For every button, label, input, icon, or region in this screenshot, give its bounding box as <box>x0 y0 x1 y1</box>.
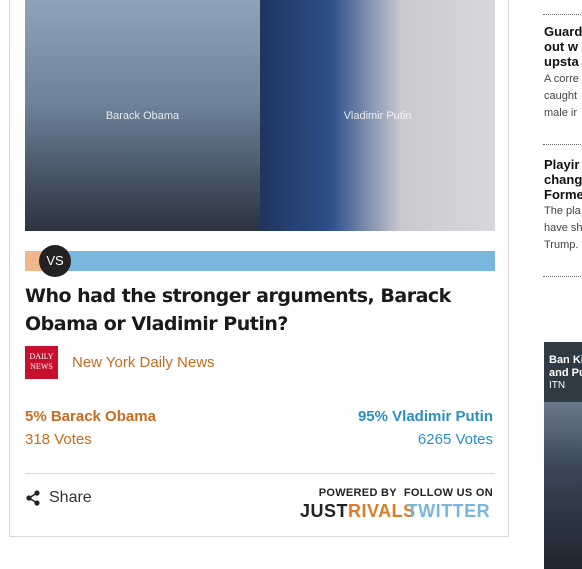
share-label: Share <box>49 489 92 506</box>
footer-divider <box>25 473 495 474</box>
result-bar: VS <box>25 245 495 277</box>
option-b-label[interactable]: 95% Vladimir Putin <box>358 408 493 425</box>
poll-hero-image: Barack Obama Vladimir Putin <box>25 0 495 231</box>
source-name[interactable]: New York Daily News <box>72 354 215 371</box>
daily-news-logo: DAILY NEWS <box>25 346 58 379</box>
story2-title-line-3[interactable]: Forme <box>544 187 582 202</box>
story2-title-line-1[interactable]: Playir <box>544 157 579 172</box>
story1-snippet-line-3: male ir <box>544 107 578 119</box>
option-b-votes: 6265 Votes <box>417 431 493 448</box>
video-title-line-2: and Pu <box>549 367 582 379</box>
source-link[interactable]: DAILY NEWS New York Daily News <box>25 346 215 379</box>
right-sidebar: Guard out w upsta A corre caught male ir… <box>543 0 582 569</box>
powered-by-link[interactable]: POWERED BY JUSTRIVALS <box>300 487 416 522</box>
share-button[interactable]: Share <box>25 489 92 507</box>
option-b-photo-label: Vladimir Putin <box>343 109 412 122</box>
powered-by-label: POWERED BY <box>318 487 397 499</box>
story2-snippet-line-1: The pla <box>544 205 581 217</box>
option-a-label[interactable]: 5% Barack Obama <box>25 408 156 425</box>
option-a-photo-label: Barack Obama <box>105 109 180 122</box>
poll-question: Who had the stronger arguments, Barack O… <box>25 285 451 335</box>
video-thumbnail[interactable]: Ban Ki and Pu ITN <box>544 342 582 569</box>
option-b[interactable]: 95% Vladimir Putin 6265 Votes <box>358 408 493 448</box>
brand-part-1: JUST <box>300 501 349 521</box>
video-title-line-1: Ban Ki <box>549 354 582 366</box>
justrivals-logo[interactable]: JUSTRIVALS <box>300 501 416 522</box>
sidebar-divider <box>543 276 582 277</box>
story1-snippet-line-1: A corre <box>544 73 579 85</box>
video-source: ITN <box>549 380 566 391</box>
follow-label: FOLLOW US ON <box>403 487 493 499</box>
share-icon <box>26 490 40 506</box>
follow-twitter-link[interactable]: FOLLOW US ON TWITTER <box>404 487 493 522</box>
result-bar-option-b <box>49 251 495 271</box>
video-frame <box>544 402 582 569</box>
story1-title-line-3[interactable]: upsta <box>544 54 579 69</box>
story2-snippet-line-2: have sh <box>544 222 582 234</box>
option-b-photo: Vladimir Putin <box>260 0 495 231</box>
poll-card: Barack Obama Vladimir Putin VS Who had t… <box>9 0 509 537</box>
story1-title-line-2[interactable]: out w <box>544 39 578 54</box>
option-a-votes: 318 Votes <box>25 431 92 448</box>
vs-badge: VS <box>39 245 71 277</box>
option-a[interactable]: 5% Barack Obama 318 Votes <box>25 408 156 448</box>
story2-snippet-line-3: Trump. <box>544 239 579 251</box>
story2-title-line-2[interactable]: chang <box>544 172 582 187</box>
sidebar-divider <box>543 144 582 145</box>
story1-title-line-1[interactable]: Guard <box>544 24 582 39</box>
sidebar-divider <box>543 14 582 15</box>
story1-snippet-line-2: caught <box>544 90 578 102</box>
twitter-link[interactable]: TWITTER <box>404 501 493 522</box>
option-a-photo: Barack Obama <box>25 0 260 231</box>
